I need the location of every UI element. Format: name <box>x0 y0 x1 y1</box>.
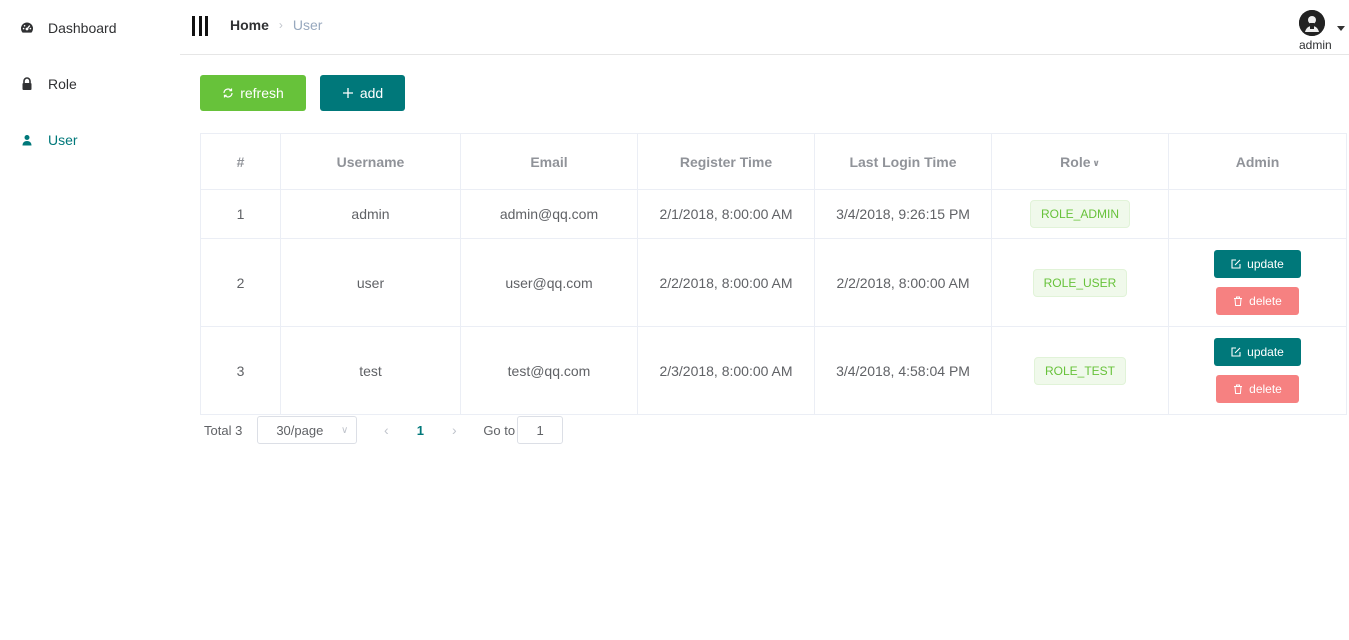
cell-admin-actions: update delete <box>1168 238 1347 327</box>
caret-down-icon <box>1337 26 1345 31</box>
role-tag: ROLE_USER <box>1032 268 1128 297</box>
cell-register-time: 2/2/2018, 8:00:00 AM <box>637 238 815 327</box>
hamburger-icon[interactable] <box>192 16 208 36</box>
column-header-email: Email <box>460 133 638 190</box>
cell-role: ROLE_TEST <box>991 326 1169 415</box>
add-button[interactable]: add <box>320 75 405 111</box>
cell-email: admin@qq.com <box>460 189 638 239</box>
column-header-role-label: Role <box>1060 153 1091 170</box>
column-header-index: # <box>200 133 281 190</box>
pagination: Total 3 30/page ∨ ‹ 1 › Go to <box>204 416 564 444</box>
table-row: 3 test test@qq.com 2/3/2018, 8:00:00 AM … <box>200 326 1347 415</box>
edit-icon <box>1231 259 1241 269</box>
breadcrumb: Home › User <box>230 17 322 33</box>
chevron-right-icon: › <box>278 18 283 32</box>
update-label: update <box>1247 345 1284 359</box>
column-header-last-login-time: Last Login Time <box>814 133 992 190</box>
next-page-icon[interactable]: › <box>439 422 469 438</box>
cell-username: test <box>280 326 461 415</box>
page-number-current[interactable]: 1 <box>401 423 439 438</box>
breadcrumb-home[interactable]: Home <box>230 17 269 33</box>
update-button[interactable]: update <box>1214 338 1301 366</box>
trash-icon <box>1233 296 1243 306</box>
refresh-label: refresh <box>240 85 284 101</box>
plus-icon <box>342 87 354 99</box>
cell-index: 2 <box>200 238 281 327</box>
sidebar-item-label: Dashboard <box>48 20 117 36</box>
column-header-register-time: Register Time <box>637 133 815 190</box>
column-header-role[interactable]: Role ∨ <box>991 133 1169 190</box>
cell-admin-actions: update delete <box>1168 326 1347 415</box>
page-size-value: 30/page <box>276 422 324 438</box>
add-label: add <box>359 85 384 101</box>
sidebar-item-user[interactable]: User <box>0 112 180 168</box>
update-button[interactable]: update <box>1214 250 1301 278</box>
delete-button[interactable]: delete <box>1216 375 1299 403</box>
delete-button[interactable]: delete <box>1216 287 1299 315</box>
cell-last-login-time: 3/4/2018, 4:58:04 PM <box>814 326 992 415</box>
cell-username: user <box>280 238 461 327</box>
sidebar: Dashboard Role User <box>0 0 180 640</box>
refresh-button[interactable]: refresh <box>200 75 306 111</box>
page-size-select[interactable]: 30/page ∨ <box>257 416 358 444</box>
trash-icon <box>1233 384 1243 394</box>
table-row: 2 user user@qq.com 2/2/2018, 8:00:00 AM … <box>200 238 1347 327</box>
cell-register-time: 2/1/2018, 8:00:00 AM <box>637 189 815 239</box>
table-row: 1 admin admin@qq.com 2/1/2018, 8:00:00 A… <box>200 189 1347 239</box>
refresh-icon <box>222 87 234 99</box>
sidebar-item-label: Role <box>48 76 77 92</box>
edit-icon <box>1231 347 1241 357</box>
column-header-username: Username <box>280 133 461 190</box>
cell-register-time: 2/3/2018, 8:00:00 AM <box>637 326 815 415</box>
cell-admin-actions <box>1168 189 1347 239</box>
cell-index: 3 <box>200 326 281 415</box>
sidebar-item-dashboard[interactable]: Dashboard <box>0 0 180 56</box>
cell-role: ROLE_USER <box>991 238 1169 327</box>
table-header-row: # Username Email Register Time Last Logi… <box>200 133 1347 190</box>
role-tag: ROLE_ADMIN <box>1029 200 1131 228</box>
sidebar-item-label: User <box>48 132 78 148</box>
goto-page-input[interactable] <box>517 416 564 444</box>
prev-page-icon[interactable]: ‹ <box>371 422 401 438</box>
user-name: admin <box>1299 38 1332 52</box>
chevron-down-icon: ∨ <box>340 424 349 436</box>
delete-label: delete <box>1249 294 1282 308</box>
dashboard-icon <box>20 21 34 35</box>
goto-page: Go to <box>483 416 564 444</box>
top-navbar: Home › User admin <box>180 0 1349 55</box>
column-header-admin: Admin <box>1168 133 1347 190</box>
user-table: # Username Email Register Time Last Logi… <box>200 133 1347 415</box>
avatar <box>1299 10 1325 36</box>
cell-index: 1 <box>200 189 281 239</box>
cell-email: user@qq.com <box>460 238 638 327</box>
cell-last-login-time: 2/2/2018, 8:00:00 AM <box>814 238 992 327</box>
cell-last-login-time: 3/4/2018, 9:26:15 PM <box>814 189 992 239</box>
update-label: update <box>1247 257 1284 271</box>
cell-username: admin <box>280 189 461 239</box>
user-menu[interactable]: admin <box>1293 8 1349 52</box>
sort-caret-icon[interactable]: ∨ <box>1093 158 1100 169</box>
pagination-total: Total 3 <box>204 422 243 438</box>
user-icon <box>20 133 34 147</box>
lock-icon <box>20 77 34 91</box>
goto-label: Go to <box>483 422 516 438</box>
cell-email: test@qq.com <box>460 326 638 415</box>
sidebar-item-role[interactable]: Role <box>0 56 180 112</box>
cell-role: ROLE_ADMIN <box>991 189 1169 239</box>
role-tag: ROLE_TEST <box>1033 356 1127 385</box>
breadcrumb-current: User <box>292 17 323 33</box>
delete-label: delete <box>1249 382 1282 396</box>
